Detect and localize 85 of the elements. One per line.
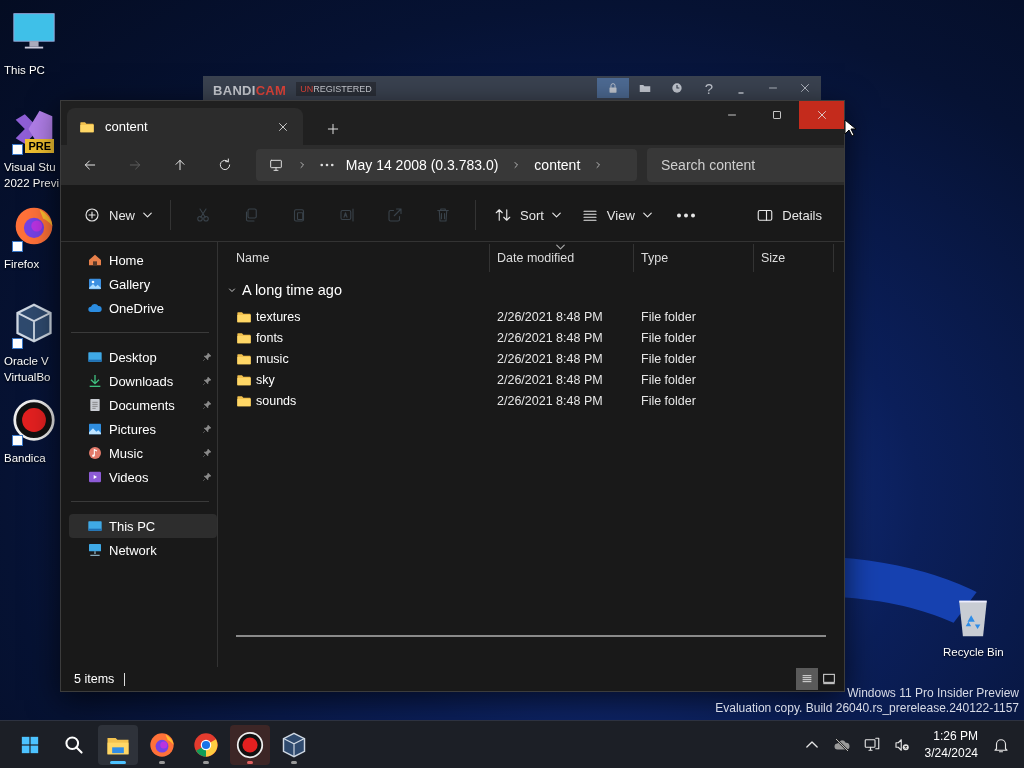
details-view-button[interactable] xyxy=(796,668,818,690)
sidebar-item[interactable]: Documents xyxy=(69,393,217,417)
date-modified-cell-text: 2/26/2021 8:48 PM xyxy=(496,330,604,345)
sidebar-item[interactable]: Downloads xyxy=(69,369,217,393)
tab-title: content xyxy=(105,119,149,134)
sidebar-item[interactable]: Videos xyxy=(69,465,217,489)
breadcrumb-item[interactable]: May 14 2008 (0.3.783.0) xyxy=(345,157,499,173)
view-button[interactable]: View xyxy=(574,197,658,233)
details-button[interactable]: Details xyxy=(750,197,828,233)
house-icon xyxy=(87,252,103,268)
file-type-cell-text: File folder xyxy=(640,393,697,408)
folder-app-button[interactable] xyxy=(98,724,138,765)
record-icon xyxy=(236,730,264,759)
date-modified-cell-text: 2/26/2021 8:48 PM xyxy=(496,351,604,366)
browser-icon xyxy=(192,730,220,759)
file-name[interactable]: fonts xyxy=(236,329,490,346)
clock-icon xyxy=(670,81,684,95)
file-type-cell-text: File folder xyxy=(640,309,697,324)
sidebar-item[interactable]: Home xyxy=(69,248,217,272)
build-notice-text: Evaluation copy. Build 26040.rs_prerelease.240122-1157 xyxy=(715,701,1019,716)
tab[interactable]: content xyxy=(67,108,303,145)
address-bar[interactable]: May 14 2008 (0.3.783.0) content xyxy=(255,149,637,181)
lock-button[interactable] xyxy=(597,78,629,98)
desktop-icon-label[interactable]: Firefox xyxy=(0,256,40,272)
file-type-cell-text: File folder xyxy=(640,330,697,345)
tile-icon xyxy=(821,671,837,687)
browser-icon xyxy=(148,730,176,759)
help-button[interactable]: ? xyxy=(693,78,725,98)
caret-up-icon xyxy=(805,741,818,748)
document-icon xyxy=(87,397,103,413)
desktop-icon-label[interactable]: This PC xyxy=(0,62,45,78)
desktop-icon-label[interactable]: Bandica xyxy=(0,450,46,466)
file-type-cell-text: File folder xyxy=(640,351,697,366)
music-icon xyxy=(87,445,103,461)
date-modified-cell-text: 2/26/2021 8:48 PM xyxy=(496,393,604,408)
monitor-icon xyxy=(87,518,103,534)
file-name[interactable]: sky xyxy=(236,371,490,388)
desktop-icon-label[interactable]: Oracle V VirtualBo xyxy=(0,353,51,385)
desktop-icon-label[interactable]: Visual Stu 2022 Previ xyxy=(0,159,59,191)
new-button[interactable]: New xyxy=(77,197,158,233)
column-header[interactable]: Size xyxy=(754,244,834,272)
sidebar-item[interactable]: This PC xyxy=(69,514,217,538)
group-header[interactable]: A long time ago xyxy=(226,280,836,300)
picture-icon xyxy=(87,421,103,437)
file-name[interactable]: textures xyxy=(236,308,490,325)
record-app-button[interactable] xyxy=(230,724,270,765)
column-header[interactable]: Date modified xyxy=(490,244,634,272)
sidebar-item[interactable]: Desktop xyxy=(69,345,217,369)
desktop-icon xyxy=(87,349,103,365)
mouse-cursor-icon xyxy=(844,119,856,137)
horizontal-scrollbar[interactable] xyxy=(236,635,826,637)
network-icon xyxy=(862,735,881,754)
picture-icon xyxy=(87,276,103,292)
plus-icon xyxy=(325,121,341,137)
file-type-cell-text: File folder xyxy=(640,372,697,387)
record-icon xyxy=(12,398,56,442)
desktop-icon-label[interactable]: Recycle Bin xyxy=(943,644,1004,660)
sort-button[interactable]: Sort xyxy=(488,197,567,233)
sidebar-item[interactable]: OneDrive xyxy=(69,296,217,320)
breadcrumb-item[interactable]: content xyxy=(534,157,581,173)
monitor-icon xyxy=(267,157,284,173)
network-icon xyxy=(87,542,103,558)
date-modified-cell-text: 2/26/2021 8:48 PM xyxy=(496,309,604,324)
sidebar-item[interactable]: Gallery xyxy=(69,272,217,296)
registration-status: UNREGISTERED xyxy=(296,82,376,96)
date-modified-cell-text: 2/26/2021 8:48 PM xyxy=(496,372,604,387)
clock-button[interactable]: 1:26 PM 3/24/2024 xyxy=(916,727,986,762)
sidebar-item[interactable]: Network xyxy=(69,538,217,562)
column-header[interactable]: Type xyxy=(634,244,754,272)
sidebar-item[interactable]: Music xyxy=(69,441,217,465)
cube-icon xyxy=(280,730,308,759)
preview-badge: PRE xyxy=(25,139,54,153)
item-count: 5 items xyxy=(74,672,115,686)
file-name[interactable]: sounds xyxy=(236,392,490,409)
search-field[interactable]: Search content xyxy=(647,148,844,182)
build-notice-text: Windows 11 Pro Insider Preview xyxy=(846,686,1019,701)
video-icon xyxy=(87,469,103,485)
dash-icon xyxy=(738,92,744,94)
ellipsis-icon xyxy=(319,163,334,167)
column-header[interactable]: Name xyxy=(236,244,490,272)
download-icon xyxy=(87,373,103,389)
recorder-logo: BANDICAM xyxy=(213,83,287,98)
sidebar-item[interactable]: Pictures xyxy=(69,417,217,441)
file-name[interactable]: music xyxy=(236,350,490,367)
close-icon xyxy=(798,81,812,95)
